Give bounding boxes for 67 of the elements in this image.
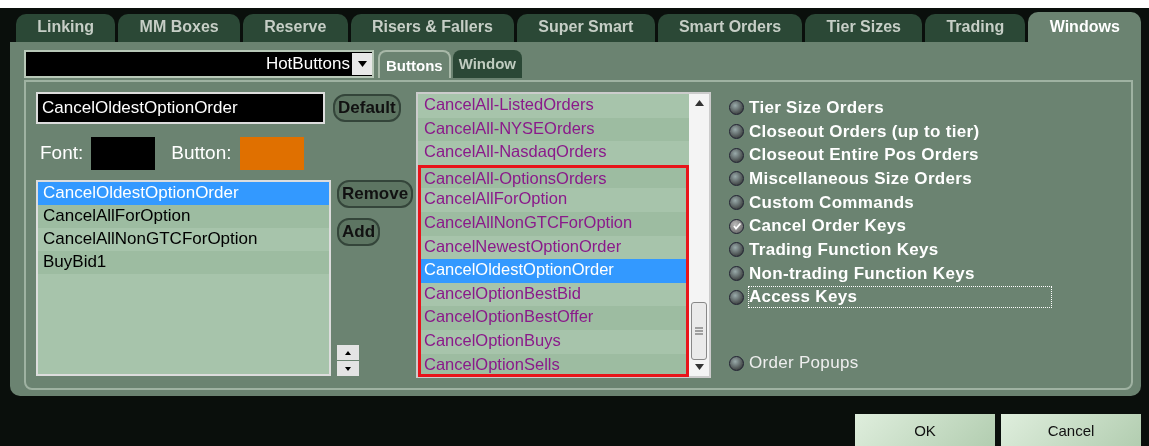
scrollbar[interactable]: [689, 94, 709, 376]
option-label[interactable]: Cancel Order Keys: [748, 215, 910, 238]
color-swatch[interactable]: [91, 136, 156, 170]
radio-button[interactable]: [729, 355, 744, 371]
option-label[interactable]: Order Popups: [748, 352, 862, 375]
list-item[interactable]: CancelOptionBestOffer: [418, 306, 689, 330]
up-arrow-icon: [345, 350, 351, 355]
color-swatch[interactable]: [239, 136, 304, 170]
add-button[interactable]: Add: [337, 218, 381, 246]
tab[interactable]: Window: [452, 50, 522, 78]
list-item[interactable]: CancelOptionBestBid: [418, 282, 689, 307]
radio-button[interactable]: [729, 124, 744, 140]
move-up-button[interactable]: [337, 345, 359, 360]
color-label: Font:: [40, 142, 84, 164]
tab[interactable]: MM Boxes: [118, 14, 240, 42]
dialog-button[interactable]: OK: [855, 414, 995, 446]
radio-button[interactable]: [729, 147, 744, 163]
option-label[interactable]: Trading Function Keys: [748, 238, 942, 261]
tab[interactable]: Buttons: [378, 50, 451, 78]
tab[interactable]: Super Smart: [517, 14, 655, 42]
tab[interactable]: Tier Sizes: [805, 14, 923, 42]
tab[interactable]: Smart Orders: [657, 14, 803, 42]
radio-button[interactable]: [729, 266, 744, 282]
name-field[interactable]: CancelOldestOptionOrder: [36, 92, 325, 124]
list-item[interactable]: CancelAll-NYSEOrders: [418, 117, 689, 142]
tab[interactable]: Risers & Fallers: [350, 14, 515, 42]
option-label[interactable]: Access Keys: [748, 286, 1052, 309]
list-item[interactable]: BuyBid1: [38, 251, 329, 274]
caret-icon: [357, 61, 367, 67]
list-item[interactable]: CancelOldestOptionOrder: [418, 259, 689, 283]
option-label[interactable]: Tier Size Orders: [748, 96, 887, 119]
option-label[interactable]: Closeout Entire Pos Orders: [748, 144, 982, 167]
option-label[interactable]: Miscellaneous Size Orders: [748, 167, 975, 190]
down-arrow-icon: [694, 364, 704, 370]
list-item[interactable]: CancelAllForOption: [418, 188, 689, 212]
scroll-thumb[interactable]: [691, 302, 707, 360]
option-label[interactable]: Non-trading Function Keys: [748, 262, 978, 285]
radio-button[interactable]: [729, 242, 744, 258]
list-item[interactable]: CancelOptionBuys: [418, 329, 689, 354]
list-item[interactable]: CancelOldestOptionOrder: [38, 182, 329, 205]
dialog-button[interactable]: Cancel: [1001, 414, 1141, 446]
option-label[interactable]: Custom Commands: [748, 191, 918, 214]
down-arrow-icon: [345, 366, 351, 371]
radio-button[interactable]: [729, 289, 744, 305]
remove-button[interactable]: Remove: [337, 180, 414, 208]
default-button[interactable]: Default: [333, 94, 401, 122]
list-item[interactable]: CancelAllNonGTCForOption: [418, 211, 689, 236]
tab[interactable]: Linking: [16, 14, 116, 42]
move-down-button[interactable]: [337, 361, 359, 376]
tab[interactable]: Trading: [925, 14, 1026, 42]
tab[interactable]: Reserve: [242, 14, 348, 42]
check-icon: [731, 221, 742, 232]
tab[interactable]: Windows: [1028, 12, 1141, 42]
option-label[interactable]: Closeout Orders (up to tier): [748, 120, 983, 143]
window-dropdown[interactable]: HotButtons: [24, 50, 374, 78]
radio-button[interactable]: [729, 171, 744, 187]
radio-button[interactable]: [729, 218, 744, 234]
color-label: Button:: [171, 142, 232, 164]
list-item[interactable]: CancelOptionSells: [418, 353, 689, 378]
up-arrow-icon: [694, 100, 704, 106]
radio-button[interactable]: [729, 195, 744, 211]
grip-icon: [694, 327, 704, 335]
list-item[interactable]: CancelAll-OptionsOrders: [418, 164, 689, 189]
list-item[interactable]: CancelNewestOptionOrder: [418, 235, 689, 260]
list-item[interactable]: CancelAllForOption: [38, 205, 329, 228]
radio-button[interactable]: [729, 100, 744, 116]
list-item[interactable]: CancelAllNonGTCForOption: [38, 228, 329, 251]
